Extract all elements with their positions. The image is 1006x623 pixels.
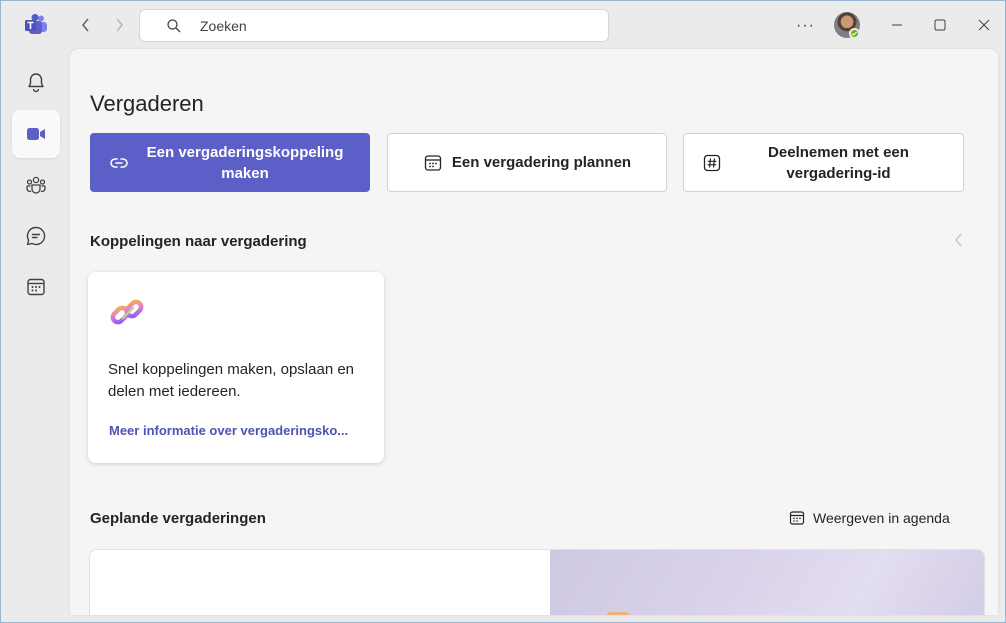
maximize-button[interactable]	[930, 15, 950, 35]
video-camera-icon	[27, 128, 45, 140]
rail-activity[interactable]	[12, 58, 60, 106]
meeting-links-section-title: Koppelingen naar vergadering	[90, 233, 307, 250]
meeting-links-info-card: Snel koppelingen maken, opslaan en delen…	[88, 272, 384, 463]
learn-more-link[interactable]: Meer informatie over vergaderingsko...	[109, 423, 348, 438]
chat-icon	[26, 226, 46, 246]
illustration-shape	[606, 612, 630, 615]
page-title: Vergaderen	[90, 91, 204, 116]
carousel-previous-button[interactable]	[954, 233, 964, 252]
meetings-main-panel: Vergaderen Een vergaderingskoppeling mak…	[70, 49, 998, 615]
schedule-meeting-button[interactable]: Een vergadering plannen	[387, 133, 667, 192]
join-with-meeting-id-label: Deelnemen met een vergadering-id	[768, 143, 909, 182]
calendar-icon	[789, 511, 805, 525]
forward-button[interactable]	[110, 15, 128, 35]
create-meeting-link-button[interactable]: Een vergaderingskoppeling maken	[90, 133, 370, 192]
card-description: Snel koppelingen maken, opslaan en delen…	[108, 361, 355, 400]
calendar-icon	[27, 278, 45, 296]
more-options-button[interactable]: ···	[796, 17, 815, 35]
chevron-left-icon	[955, 233, 962, 247]
chain-link-icon	[110, 299, 144, 325]
view-in-calendar-label: Weergeven in agenda	[813, 510, 950, 526]
search-icon	[167, 18, 181, 32]
back-button[interactable]	[77, 15, 95, 35]
search-input[interactable]: Zoeken	[139, 9, 609, 42]
rail-chat[interactable]	[12, 212, 60, 260]
calendar-icon	[424, 154, 442, 171]
join-with-meeting-id-button[interactable]: Deelnemen met een vergadering-id	[683, 133, 964, 192]
link-icon	[110, 158, 128, 168]
presence-available-icon	[849, 28, 860, 39]
bell-icon	[28, 73, 44, 93]
people-community-icon	[26, 176, 46, 194]
close-button[interactable]	[974, 15, 994, 35]
rail-teams[interactable]	[12, 161, 60, 209]
scheduled-meetings-panel	[89, 549, 985, 615]
rail-calendar[interactable]	[12, 263, 60, 311]
schedule-meeting-label: Een vergadering plannen	[451, 154, 632, 171]
view-in-calendar-button[interactable]: Weergeven in agenda	[789, 510, 950, 526]
rail-meetings[interactable]	[12, 110, 60, 158]
search-placeholder: Zoeken	[200, 17, 247, 34]
create-meeting-link-label: Een vergaderingskoppeling maken	[146, 143, 344, 182]
app-window: Zoeken ··· Vergaderen Een vergaderingsko…	[0, 0, 1006, 623]
teams-logo-icon	[24, 14, 48, 36]
minimize-button[interactable]	[887, 15, 907, 35]
meetings-illustration	[550, 550, 984, 615]
scheduled-meetings-section-title: Geplande vergaderingen	[90, 510, 266, 527]
hashtag-icon	[703, 154, 721, 172]
